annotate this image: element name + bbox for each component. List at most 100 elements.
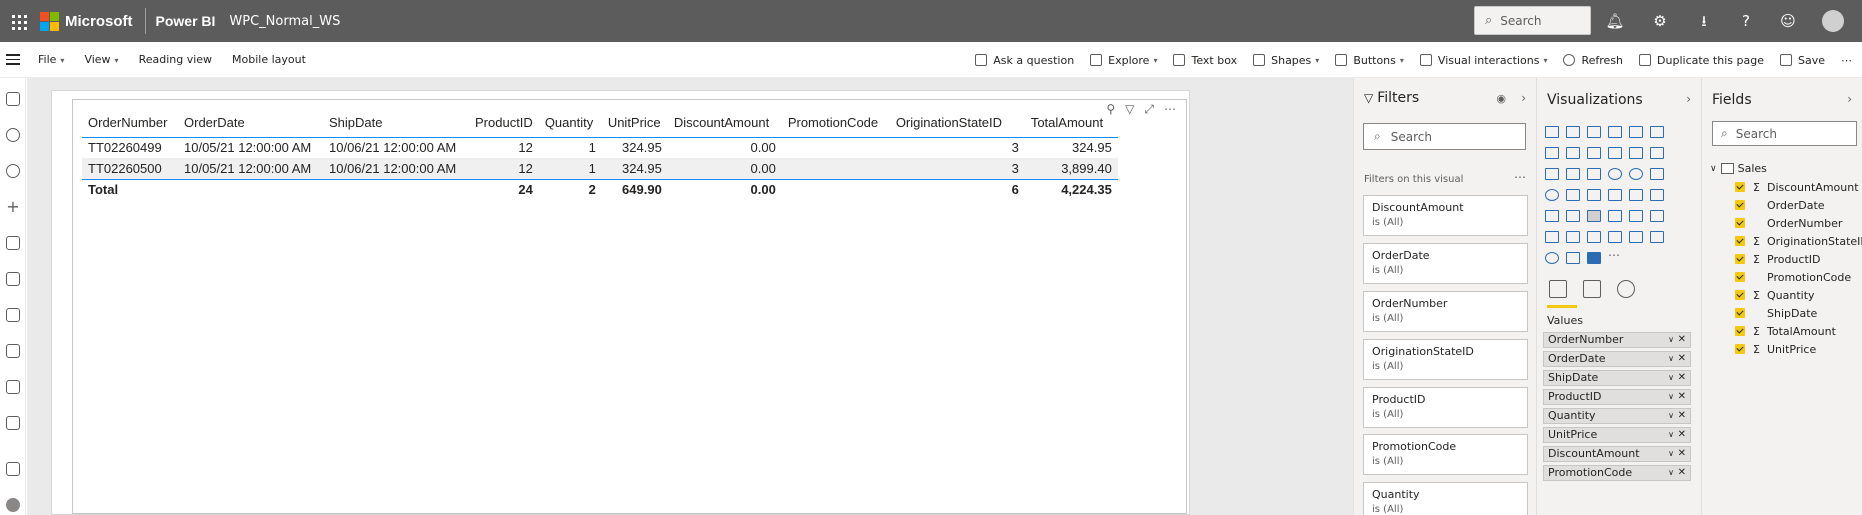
column-header[interactable]: TotalAmount bbox=[1025, 108, 1118, 137]
chevron-down-icon[interactable]: ∨ bbox=[1668, 466, 1674, 480]
map-icon[interactable] bbox=[1545, 189, 1559, 201]
shared-with-me-icon[interactable] bbox=[6, 344, 20, 358]
table-row[interactable]: TT02260499 10/05/21 12:00:00 AM 10/06/21… bbox=[82, 137, 1118, 158]
values-well-item[interactable]: UnitPrice ∨ ✕ bbox=[1543, 427, 1691, 443]
chevron-down-icon[interactable]: ∨ bbox=[1668, 333, 1674, 347]
goals-icon[interactable] bbox=[6, 272, 20, 286]
fields-search-input[interactable]: ⌕ Search bbox=[1712, 121, 1857, 146]
refresh-button[interactable]: Refresh bbox=[1563, 54, 1623, 67]
r-visual-icon[interactable] bbox=[1587, 252, 1601, 264]
slicer-icon[interactable] bbox=[1566, 210, 1580, 222]
global-search-box[interactable]: ⌕ Search bbox=[1474, 6, 1591, 35]
remove-icon[interactable]: ✕ bbox=[1678, 466, 1686, 480]
waterfall-chart-icon[interactable] bbox=[1545, 168, 1559, 180]
microsoft-logo[interactable]: Microsoft bbox=[40, 11, 133, 31]
filter-card[interactable]: OrderDate is (All) bbox=[1363, 243, 1528, 284]
values-well-item[interactable]: Quantity ∨ ✕ bbox=[1543, 408, 1691, 424]
kpi-icon[interactable] bbox=[1545, 210, 1559, 222]
help-icon[interactable]: ? bbox=[1735, 10, 1757, 32]
funnel-chart-icon[interactable] bbox=[1566, 168, 1580, 180]
filled-map-icon[interactable] bbox=[1566, 189, 1580, 201]
checkbox-checked[interactable] bbox=[1735, 326, 1745, 336]
recent-icon[interactable] bbox=[6, 164, 20, 178]
explore-button[interactable]: Explore ▾ bbox=[1090, 54, 1157, 67]
reading-view-button[interactable]: Reading view bbox=[139, 53, 212, 66]
custom-visual-icon[interactable] bbox=[1650, 231, 1664, 243]
remove-icon[interactable]: ✕ bbox=[1678, 390, 1686, 404]
table-visual-icon[interactable] bbox=[1587, 210, 1601, 222]
clustered-column-chart-icon[interactable] bbox=[1608, 126, 1622, 138]
smart-narrative-icon[interactable] bbox=[1566, 231, 1580, 243]
home-icon[interactable] bbox=[6, 92, 20, 106]
create-icon[interactable]: + bbox=[6, 199, 20, 215]
checkbox-checked[interactable] bbox=[1735, 290, 1745, 300]
card-icon[interactable] bbox=[1629, 189, 1643, 201]
field-item[interactable]: Σ ProductID bbox=[1735, 250, 1820, 268]
filter-card[interactable]: ProductID is (All) bbox=[1363, 387, 1528, 428]
checkbox-checked[interactable] bbox=[1735, 218, 1745, 228]
checkbox-checked[interactable] bbox=[1735, 182, 1745, 192]
column-header[interactable]: OrderDate bbox=[178, 108, 323, 137]
multi-row-card-icon[interactable] bbox=[1650, 189, 1664, 201]
text-box-button[interactable]: Text box bbox=[1173, 54, 1237, 67]
workspace-name[interactable]: WPC_Normal_WS bbox=[229, 14, 340, 29]
chevron-down-icon[interactable]: ∨ bbox=[1668, 409, 1674, 423]
buttons-button[interactable]: Buttons ▾ bbox=[1335, 54, 1404, 67]
chevron-down-icon[interactable]: ∨ bbox=[1668, 447, 1674, 461]
field-item[interactable]: Σ OriginationStateID bbox=[1735, 232, 1862, 250]
stacked-area-chart-icon[interactable] bbox=[1587, 147, 1601, 159]
visibility-icon[interactable]: ◉ bbox=[1496, 92, 1506, 105]
visual-interactions-button[interactable]: Visual interactions ▾ bbox=[1419, 54, 1547, 67]
notification-icon[interactable]: 🔔︎ bbox=[1604, 10, 1626, 32]
azure-map-icon[interactable] bbox=[1587, 189, 1601, 201]
field-item[interactable]: Σ UnitPrice bbox=[1735, 340, 1816, 358]
account-icon[interactable] bbox=[1822, 10, 1844, 32]
more-options-icon[interactable]: ⋯ bbox=[1164, 102, 1176, 117]
line-and-clustered-column-chart-icon[interactable] bbox=[1629, 147, 1643, 159]
100-stacked-column-chart-icon[interactable] bbox=[1650, 126, 1664, 138]
values-well-item[interactable]: PromotionCode ∨ ✕ bbox=[1543, 465, 1691, 481]
key-influencers-icon[interactable] bbox=[1629, 210, 1643, 222]
workspace-avatar-icon[interactable] bbox=[6, 498, 20, 512]
duplicate-page-button[interactable]: Duplicate this page bbox=[1639, 54, 1764, 67]
stacked-bar-chart-icon[interactable] bbox=[1545, 126, 1559, 138]
remove-icon[interactable]: ✕ bbox=[1678, 333, 1686, 347]
clustered-bar-chart-icon[interactable] bbox=[1587, 126, 1601, 138]
stacked-column-chart-icon[interactable] bbox=[1566, 126, 1580, 138]
save-button[interactable]: Save bbox=[1779, 54, 1825, 67]
chevron-down-icon[interactable]: ∨ bbox=[1668, 371, 1674, 385]
gauge-icon[interactable] bbox=[1608, 189, 1622, 201]
settings-icon[interactable]: ⚙ bbox=[1649, 10, 1671, 32]
more-options-button[interactable]: ⋯ bbox=[1841, 54, 1852, 67]
datasets-icon[interactable] bbox=[6, 236, 20, 250]
scatter-chart-icon[interactable] bbox=[1587, 168, 1601, 180]
line-and-column-chart-icon[interactable] bbox=[1608, 147, 1622, 159]
learn-icon[interactable] bbox=[6, 416, 20, 430]
view-menu[interactable]: View ▾ bbox=[84, 53, 118, 66]
100-stacked-bar-chart-icon[interactable] bbox=[1629, 126, 1643, 138]
mobile-layout-button[interactable]: Mobile layout bbox=[232, 53, 306, 66]
checkbox-checked[interactable] bbox=[1735, 236, 1745, 246]
values-well-item[interactable]: OrderDate ∨ ✕ bbox=[1543, 351, 1691, 367]
collapse-chevron-icon[interactable]: › bbox=[1686, 92, 1691, 106]
collapse-chevron-icon[interactable]: › bbox=[1521, 91, 1526, 105]
favorites-icon[interactable] bbox=[6, 128, 20, 142]
table-visual[interactable]: ⚲ ▽ ⤢ ⋯ OrderNumber OrderDate ShipDate P… bbox=[72, 99, 1187, 514]
checkbox-checked[interactable] bbox=[1735, 272, 1745, 282]
remove-icon[interactable]: ✕ bbox=[1678, 447, 1686, 461]
matrix-icon[interactable] bbox=[1608, 210, 1622, 222]
donut-chart-icon[interactable] bbox=[1629, 168, 1643, 180]
field-item[interactable]: PromotionCode bbox=[1735, 268, 1851, 286]
chevron-down-icon[interactable]: ∨ bbox=[1668, 390, 1674, 404]
filter-card[interactable]: DiscountAmount is (All) bbox=[1363, 195, 1528, 236]
analytics-tab-icon[interactable] bbox=[1617, 280, 1635, 298]
chevron-down-icon[interactable]: ∨ bbox=[1668, 352, 1674, 366]
values-well-item[interactable]: ShipDate ∨ ✕ bbox=[1543, 370, 1691, 386]
column-header[interactable]: OriginationStateID bbox=[890, 108, 1025, 137]
filter-card[interactable]: Quantity is (All) bbox=[1363, 482, 1528, 515]
format-tab-icon[interactable] bbox=[1583, 280, 1601, 298]
remove-icon[interactable]: ✕ bbox=[1678, 352, 1686, 366]
arcgis-map-icon[interactable] bbox=[1545, 252, 1559, 264]
filter-icon[interactable]: ▽ bbox=[1125, 102, 1134, 117]
field-item[interactable]: OrderDate bbox=[1735, 196, 1825, 214]
